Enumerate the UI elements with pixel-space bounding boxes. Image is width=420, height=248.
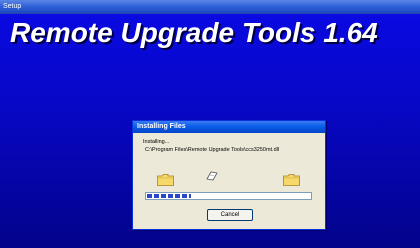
paper-icon	[206, 171, 218, 181]
setup-window-title: Setup	[0, 0, 420, 14]
installing-files-dialog: Installing Files Installing... C:\Progra…	[132, 120, 326, 230]
install-status-text: Installing...	[143, 139, 170, 145]
dialog-title[interactable]: Installing Files	[133, 121, 325, 133]
install-progress-bar	[145, 192, 312, 200]
setup-background: Setup Remote Upgrade Tools 1.64 Installi…	[0, 0, 420, 248]
source-folder-icon	[157, 174, 174, 186]
cancel-button[interactable]: Cancel	[207, 209, 253, 221]
banner-title: Remote Upgrade Tools 1.64	[10, 17, 378, 48]
target-folder-icon	[283, 174, 300, 186]
install-file-path: C:\Program Files\Remote Upgrade Tools\cc…	[145, 147, 280, 153]
install-progress-fill	[147, 194, 191, 198]
